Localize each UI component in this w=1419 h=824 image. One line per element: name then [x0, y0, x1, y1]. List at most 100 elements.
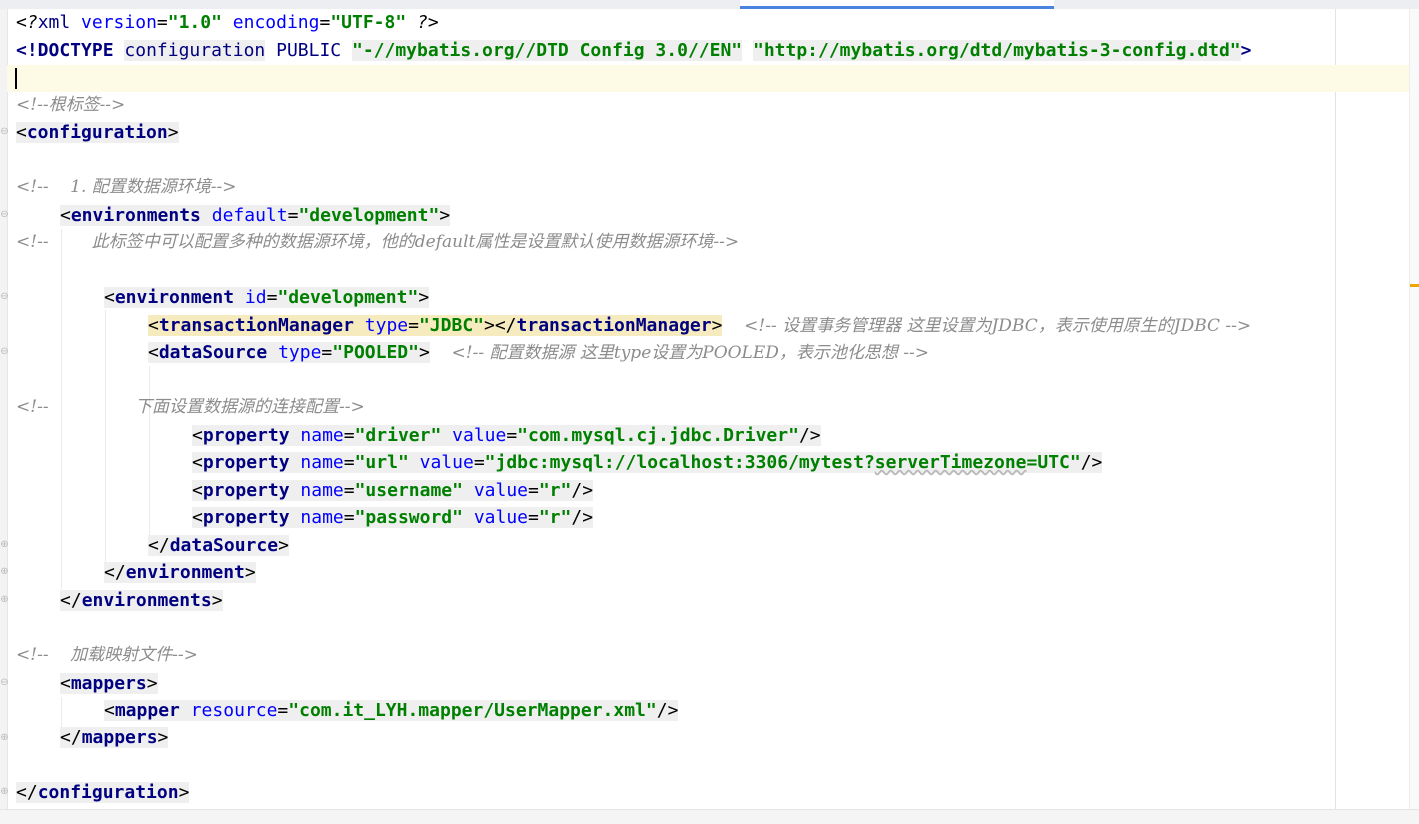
- attr-name: default: [211, 205, 288, 226]
- code-line-comment[interactable]: <!--根标签-->: [16, 92, 125, 119]
- code-line-property[interactable]: <property name="driver" value="com.mysql…: [192, 422, 821, 449]
- code-line-property[interactable]: <property name="url" value="jdbc:mysql:/…: [192, 449, 1103, 476]
- current-line-highlight: [7, 65, 1409, 92]
- warning-marker[interactable]: [1410, 284, 1419, 287]
- attr-value: "r": [538, 507, 572, 528]
- code-line-environment-close[interactable]: </environment>: [104, 559, 256, 586]
- attr-name: name: [300, 452, 344, 473]
- attr-value: "JDBC": [418, 315, 484, 336]
- doctype-root: configuration: [124, 40, 266, 61]
- tag-name: transactionManager: [158, 315, 354, 336]
- code-line-doctype[interactable]: <!DOCTYPE configuration PUBLIC "-//mybat…: [16, 37, 1252, 64]
- attr-value: "development": [277, 287, 419, 308]
- attr-name: value: [419, 452, 474, 473]
- tag-name: property: [202, 452, 290, 473]
- attr-value: =UTC": [1026, 452, 1081, 473]
- code-line-configuration-open[interactable]: <configuration>: [16, 119, 179, 146]
- tag-name: configuration: [26, 122, 168, 143]
- code-line-comment[interactable]: <!-- 下面设置数据源的连接配置-->: [16, 394, 365, 421]
- editor-tab[interactable]: [0, 0, 320, 9]
- fold-expand-icon[interactable]: ⊕: [0, 566, 9, 578]
- code-line-datasource-close[interactable]: </dataSource>: [148, 532, 289, 559]
- text-caret: [15, 68, 17, 89]
- tag-name: property: [202, 425, 290, 446]
- right-margin-guide: [1335, 9, 1336, 809]
- attr-name: id: [244, 287, 267, 308]
- tag-name: environments: [81, 590, 212, 611]
- code-line-mapper[interactable]: <mapper resource="com.it_LYH.mapper/User…: [104, 697, 679, 724]
- fold-expand-icon[interactable]: ⊕: [0, 732, 9, 744]
- code-line-property[interactable]: <property name="password" value="r"/>: [192, 504, 594, 531]
- tag-name: environments: [70, 205, 201, 226]
- code-line-xml-declaration[interactable]: <?xml version="1.0" encoding="UTF-8" ?>: [16, 9, 439, 36]
- attr-name: resource: [190, 700, 278, 721]
- horizontal-scrollbar[interactable]: [0, 809, 1419, 824]
- attr-name: value: [473, 480, 528, 501]
- attr-value: "POOLED": [332, 342, 419, 363]
- attr-value: "UTF-8": [330, 12, 407, 33]
- attr-name: name: [300, 480, 344, 501]
- code-line-environments-close[interactable]: </environments>: [60, 587, 223, 614]
- pi-name: xml: [37, 12, 71, 33]
- code-line-comment[interactable]: <!-- 加载映射文件-->: [16, 642, 198, 669]
- tag-name: property: [202, 480, 290, 501]
- attr-value: "development": [298, 205, 440, 226]
- pi-open: <?: [16, 12, 38, 33]
- tag-name: environment: [125, 562, 245, 583]
- pi-close: ?>: [417, 12, 439, 33]
- editor-tab[interactable]: [1056, 0, 1419, 9]
- attr-name: value: [473, 507, 528, 528]
- fold-collapse-icon[interactable]: ⊖: [0, 291, 9, 303]
- attr-value: "url": [354, 452, 409, 473]
- doctype-public-id: "-//mybatis.org//DTD Config 3.0//EN": [352, 40, 743, 61]
- code-line-environment-open[interactable]: <environment id="development">: [104, 284, 430, 311]
- attr-value: "driver": [354, 425, 442, 446]
- tag-name: dataSource: [169, 535, 279, 556]
- attr-value: "1.0": [167, 12, 222, 33]
- tag-name: environment: [114, 287, 235, 308]
- code-line-transaction-manager[interactable]: <transactionManager type="JDBC"></transa…: [148, 312, 1251, 339]
- attr-value-typo: serverTimezone: [874, 452, 1027, 473]
- inline-comment: <!-- 设置事务管理器 这里设置为JDBC，表示使用原生的JDBC -->: [744, 316, 1252, 336]
- doctype-public: PUBLIC: [276, 40, 342, 61]
- fold-expand-icon[interactable]: ⊕: [0, 594, 9, 606]
- fold-collapse-icon[interactable]: ⊖: [0, 126, 9, 138]
- tag-name: dataSource: [158, 342, 268, 363]
- fold-expand-icon[interactable]: ⊕: [0, 786, 9, 798]
- code-line-mappers-open[interactable]: <mappers>: [60, 670, 158, 697]
- doctype-keyword: <!DOCTYPE: [16, 40, 114, 61]
- fold-collapse-icon[interactable]: ⊖: [0, 677, 9, 689]
- editor-tab[interactable]: [322, 0, 532, 9]
- indent-guide: [105, 310, 106, 562]
- attr-name: encoding: [232, 12, 320, 33]
- tag-name: mappers: [81, 727, 158, 748]
- attr-name: type: [278, 342, 322, 363]
- attr-name: name: [300, 425, 344, 446]
- tag-name: configuration: [37, 782, 179, 803]
- attr-value: "com.it_LYH.mapper/UserMapper.xml": [288, 700, 657, 721]
- attr-value: "jdbc:mysql://localhost:3306/mytest?: [484, 452, 875, 473]
- attr-name: type: [364, 315, 409, 336]
- editor-tab-active[interactable]: [740, 0, 1054, 9]
- editor-tab-strip: [0, 0, 1419, 9]
- vertical-scrollbar[interactable]: [1409, 9, 1419, 809]
- fold-collapse-icon[interactable]: ⊖: [0, 209, 9, 221]
- fold-collapse-icon[interactable]: ⊖: [0, 346, 9, 358]
- code-line-mappers-close[interactable]: </mappers>: [60, 724, 169, 751]
- attr-value: "com.mysql.cj.jdbc.Driver": [517, 425, 799, 446]
- code-line-datasource-open[interactable]: <dataSource type="POOLED"> <!-- 配置数据源 这里…: [148, 339, 929, 366]
- code-line-property[interactable]: <property name="username" value="r"/>: [192, 477, 594, 504]
- code-line-environments-open[interactable]: <environments default="development">: [60, 202, 451, 229]
- editor-tab[interactable]: [534, 0, 738, 9]
- doctype-system-url: "http://mybatis.org/dtd/mybatis-3-config…: [752, 40, 1241, 61]
- inline-comment: <!-- 配置数据源 这里type设置为POOLED，表示池化思想 -->: [451, 343, 930, 363]
- fold-expand-icon[interactable]: ⊕: [0, 539, 9, 551]
- indent-guide: [149, 366, 150, 536]
- code-line-comment[interactable]: <!-- 此标签中可以配置多种的数据源环境，他的default属性是设置默认使用…: [16, 229, 739, 256]
- code-line-configuration-close[interactable]: </configuration>: [16, 779, 190, 806]
- attr-value: "username": [354, 480, 463, 501]
- code-line-comment[interactable]: <!-- 1. 配置数据源环境-->: [16, 174, 237, 201]
- tag-name: transactionManager: [516, 315, 712, 336]
- attr-name: version: [81, 12, 157, 33]
- tag-name: mapper: [114, 700, 180, 721]
